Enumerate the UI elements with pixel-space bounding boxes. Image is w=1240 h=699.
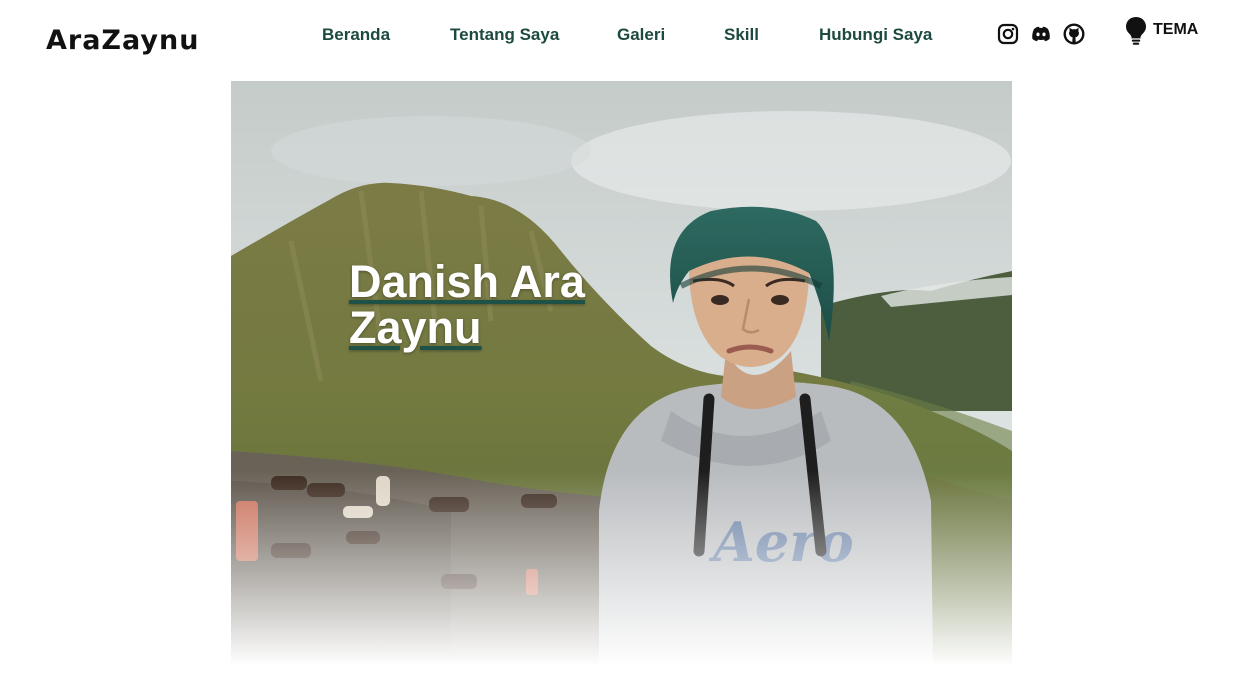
hero-title: Danish Ara Zaynu bbox=[349, 256, 585, 353]
nav-link-galeri[interactable]: Galeri bbox=[617, 24, 665, 46]
nav-link-skill[interactable]: Skill bbox=[724, 24, 759, 46]
instagram-icon[interactable] bbox=[997, 23, 1019, 45]
theme-toggle-button[interactable]: TEMA bbox=[1125, 16, 1198, 50]
github-icon[interactable] bbox=[1063, 23, 1085, 45]
theme-label: TEMA bbox=[1153, 21, 1199, 38]
main-navigation: Beranda Tentang Saya Galeri Skill Hubung… bbox=[0, 24, 1240, 46]
lightbulb-icon bbox=[1126, 17, 1146, 45]
hero-photo: Aero bbox=[231, 81, 1012, 666]
discord-icon[interactable] bbox=[1030, 23, 1052, 45]
nav-link-hubungi-saya[interactable]: Hubungi Saya bbox=[819, 24, 932, 46]
hero-section: Aero Danish Ara Zaynu bbox=[231, 81, 1012, 666]
nav-link-tentang-saya[interactable]: Tentang Saya bbox=[450, 24, 559, 46]
nav-link-beranda[interactable]: Beranda bbox=[322, 24, 390, 46]
